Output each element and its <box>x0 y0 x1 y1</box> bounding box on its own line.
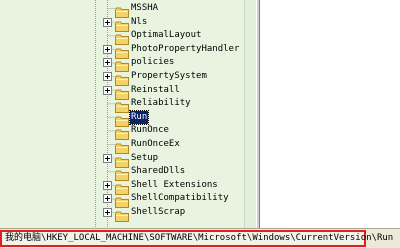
folder-icon <box>115 153 130 168</box>
folder-icon <box>115 3 130 18</box>
registry-editor-window: MSSHA Nls OptimalLayout PhotoPropertyHandle… <box>0 0 400 248</box>
folder-icon <box>115 57 130 73</box>
expand-plus-icon[interactable] <box>103 153 112 163</box>
tree-node-label: MSSHA <box>131 3 159 13</box>
expand-plus-icon[interactable] <box>103 58 112 68</box>
tree-node-label: Setup <box>131 152 159 163</box>
folder-icon <box>115 112 130 127</box>
folder-icon <box>115 44 130 59</box>
folder-icon <box>115 207 130 222</box>
tree-vertical-scrollbar[interactable] <box>244 0 256 228</box>
folder-icon <box>115 166 130 182</box>
folder-icon <box>115 125 130 141</box>
tree-node-label: OptimalLayout <box>131 30 202 41</box>
tree-node-label: PropertySystem <box>131 71 207 81</box>
folder-icon <box>115 17 130 32</box>
expand-plus-icon[interactable] <box>103 180 112 190</box>
expand-plus-icon[interactable] <box>103 208 112 217</box>
folder-icon <box>115 30 130 46</box>
expand-plus-icon[interactable] <box>103 72 112 81</box>
tree-node-label: Run <box>128 109 150 125</box>
status-bar: 我的电脑\HKEY_LOCAL_MACHINE\SOFTWARE\Microso… <box>0 228 400 248</box>
folder-icon <box>115 85 130 100</box>
tree-node-label: policies <box>131 57 175 68</box>
folder-icon <box>115 98 130 114</box>
expand-plus-icon[interactable] <box>103 44 112 54</box>
status-key-path: 我的电脑\HKEY_LOCAL_MACHINE\SOFTWARE\Microso… <box>5 233 394 243</box>
folder-icon <box>115 193 130 209</box>
tree-node-label: Shell Extensions <box>131 179 218 190</box>
folder-icon <box>115 71 130 86</box>
tree-node-label: SharedDlls <box>131 166 186 177</box>
expand-plus-icon[interactable] <box>103 194 112 204</box>
registry-values-pane[interactable] <box>260 0 400 228</box>
folder-icon <box>115 139 130 154</box>
tree-node-label: Reliability <box>131 98 191 109</box>
expand-plus-icon[interactable] <box>103 17 112 27</box>
folder-icon <box>115 180 130 195</box>
expand-plus-icon[interactable] <box>103 85 112 95</box>
tree-node-label: RunOnce <box>131 125 169 136</box>
tree-node-label: ShellCompatibility <box>131 193 229 204</box>
registry-key-tree[interactable]: MSSHA Nls OptimalLayout PhotoPropertyHandle… <box>0 0 256 228</box>
tree-node-label: Reinstall <box>131 84 180 95</box>
status-path-highlight: 我的电脑\HKEY_LOCAL_MACHINE\SOFTWARE\Microso… <box>0 230 393 247</box>
tree-node-label: PhotoPropertyHandler <box>131 43 240 54</box>
tree-node-label: Nls <box>131 16 148 27</box>
tree-node-label: RunOnceEx <box>131 139 180 149</box>
tree-node-label: ShellScrap <box>131 207 186 217</box>
